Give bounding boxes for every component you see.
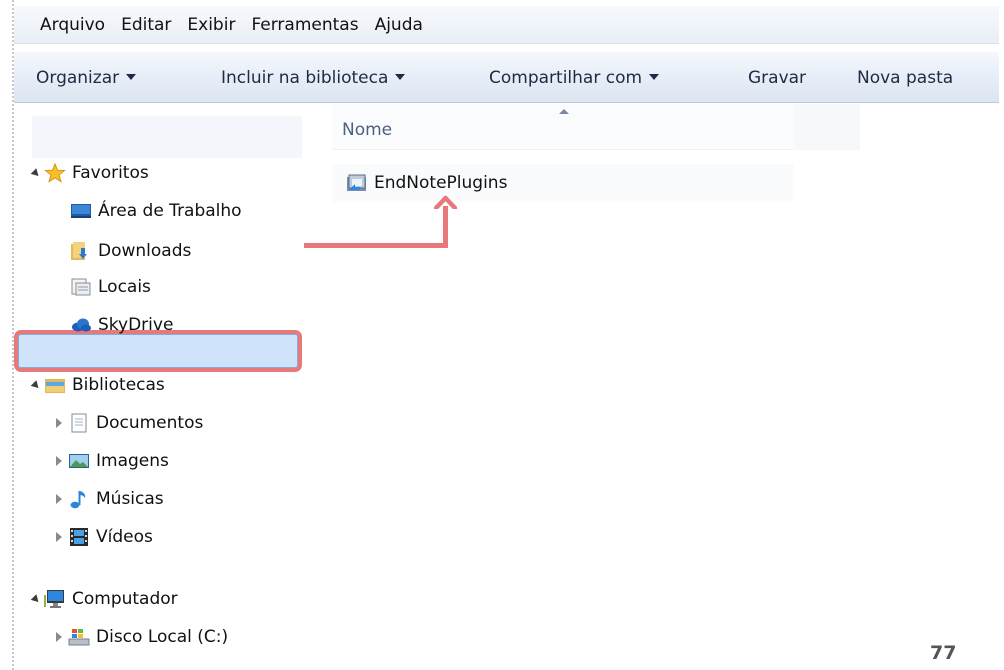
organize-button[interactable]: Organizar (36, 68, 137, 88)
downloads-folder-icon (71, 242, 87, 260)
nav-label: SkyDrive (98, 315, 174, 335)
expand-arrow-icon[interactable] (56, 532, 62, 542)
nav-label: Disco Local (C:) (96, 627, 229, 647)
menu-ferramentas[interactable]: Ferramentas (251, 15, 358, 35)
arrow-up-icon (434, 195, 457, 209)
nav-label: Imagens (96, 451, 169, 471)
star-icon (44, 163, 66, 183)
navigation-pane: Favoritos Área de Trabalho Downloads Loc… (14, 104, 304, 670)
file-list-pane: Nome EndNotePlugins (332, 104, 892, 670)
menu-ajuda[interactable]: Ajuda (375, 15, 423, 35)
command-bar: Organizar Incluir na biblioteca Comparti… (14, 51, 999, 103)
document-icon (71, 413, 87, 433)
sort-ascending-icon (559, 109, 569, 114)
chevron-down-icon (126, 74, 137, 80)
nav-computer[interactable]: Computador (30, 584, 178, 614)
expand-arrow-icon[interactable] (30, 593, 42, 605)
organize-label: Organizar (36, 68, 120, 88)
expand-arrow-icon[interactable] (56, 494, 62, 504)
expand-arrow-icon[interactable] (56, 456, 62, 466)
nav-item-documents[interactable]: Documentos (56, 408, 203, 438)
nav-label: Computador (72, 589, 178, 609)
expand-arrow-icon[interactable] (56, 418, 62, 428)
expand-arrow-icon[interactable] (30, 167, 42, 179)
expand-arrow-icon[interactable] (56, 632, 62, 642)
burn-button[interactable]: Gravar (748, 68, 806, 88)
nav-item-music[interactable]: Músicas (56, 484, 164, 514)
nav-libraries[interactable]: Bibliotecas (30, 370, 165, 400)
image-icon (69, 454, 89, 468)
computer-icon (44, 590, 64, 608)
nav-label: Favoritos (72, 163, 149, 183)
nav-item-locais[interactable]: Locais (70, 272, 151, 302)
nav-label: Vídeos (96, 527, 153, 547)
nav-item-skydrive[interactable]: SkyDrive (70, 310, 173, 340)
share-with-button[interactable]: Compartilhar com (489, 68, 660, 88)
menu-editar[interactable]: Editar (121, 15, 171, 35)
include-library-label: Incluir na biblioteca (221, 68, 389, 88)
column-name-label: Nome (342, 120, 393, 140)
nav-item-local-disk[interactable]: Disco Local (C:) (56, 622, 228, 652)
nav-label: Músicas (96, 489, 164, 509)
column-header-name[interactable]: Nome (332, 104, 794, 150)
menu-arquivo[interactable]: Arquivo (40, 15, 105, 35)
nav-label: Área de Trabalho (98, 201, 242, 221)
nav-item-downloads[interactable]: Downloads (70, 236, 191, 266)
nav-label: Documentos (96, 413, 204, 433)
chevron-down-icon (395, 74, 406, 80)
share-with-label: Compartilhar com (489, 68, 643, 88)
menu-bar: Arquivo Editar Exibir Ferramentas Ajuda (14, 6, 999, 44)
nav-shade (32, 116, 302, 158)
desktop-icon (71, 204, 91, 218)
cloud-icon (72, 318, 91, 332)
explorer-window: Arquivo Editar Exibir Ferramentas Ajuda … (12, 0, 1000, 670)
expand-arrow-icon[interactable] (30, 379, 42, 391)
column-header-filler (794, 104, 860, 150)
file-name: EndNotePlugins (374, 173, 508, 193)
new-folder-button[interactable]: Nova pasta (857, 68, 953, 88)
video-icon (70, 528, 88, 546)
local-disk-icon (68, 629, 90, 646)
file-row-endnoteplugins[interactable]: EndNotePlugins (332, 164, 794, 202)
nav-label: Downloads (98, 241, 192, 261)
nav-item-images[interactable]: Imagens (56, 446, 169, 476)
music-note-icon (70, 491, 86, 509)
chevron-down-icon (649, 74, 660, 80)
annotation-arrow-line (304, 243, 448, 248)
libraries-icon (45, 379, 65, 393)
nav-item-desktop[interactable]: Área de Trabalho (70, 196, 242, 226)
nav-label: Locais (98, 277, 151, 297)
annotation-arrow-line (443, 206, 448, 248)
nav-item-videos[interactable]: Vídeos (56, 522, 153, 552)
nav-label: Bibliotecas (72, 375, 165, 395)
page-number: 77 (930, 642, 957, 664)
menu-exibir[interactable]: Exibir (187, 15, 235, 35)
nav-favorites[interactable]: Favoritos (30, 158, 149, 188)
recent-places-icon (71, 278, 91, 296)
folder-shortcut-icon (347, 174, 366, 191)
include-library-button[interactable]: Incluir na biblioteca (221, 68, 406, 88)
